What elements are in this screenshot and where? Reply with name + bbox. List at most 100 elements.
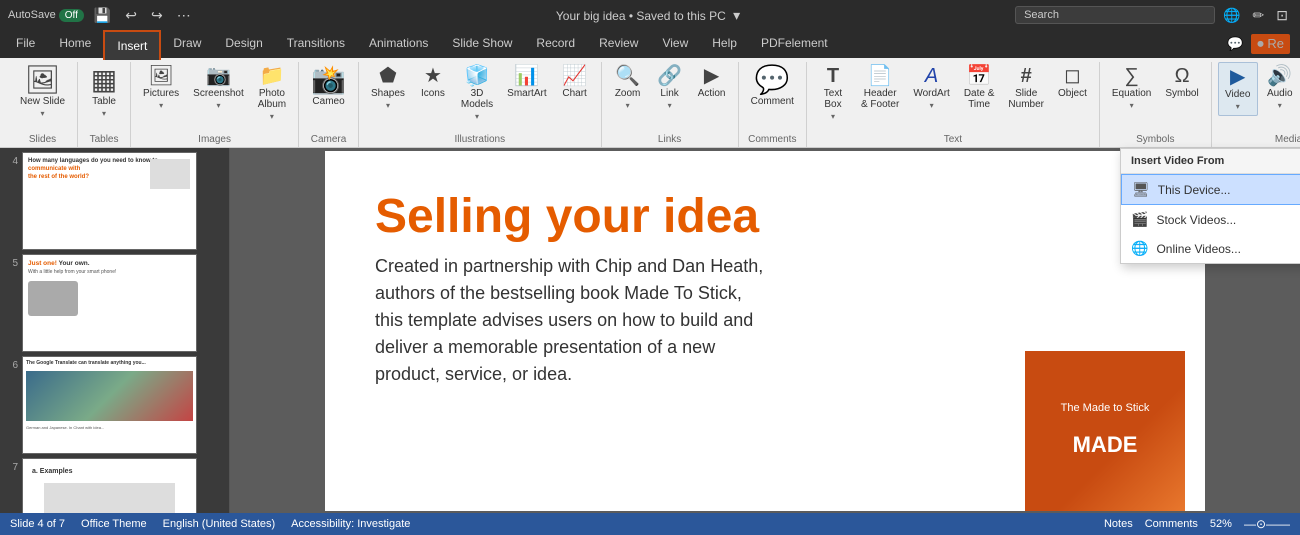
smartart-button[interactable]: 📊 SmartArt	[501, 62, 552, 103]
ribbon-tabs: File Home Insert Draw Design Transitions…	[0, 30, 1300, 58]
save-icon[interactable]: 💾	[90, 5, 115, 26]
title-dropdown-icon[interactable]: ▾	[729, 5, 744, 25]
notes-button[interactable]: Notes	[1104, 518, 1133, 530]
screenshot-arrow: ▾	[216, 101, 220, 110]
slide-item-6[interactable]: 6 The Google Translate can translate any…	[4, 356, 225, 454]
redo-icon[interactable]: ↪	[147, 5, 167, 26]
search-input[interactable]: Search	[1015, 6, 1215, 24]
slide-item-7[interactable]: 7 a. Examples	[4, 458, 225, 513]
date-time-button[interactable]: 📅 Date &Time	[958, 62, 1001, 114]
slide-number-6: 6	[4, 360, 18, 371]
shapes-button[interactable]: ⬟ Shapes ▾	[365, 62, 411, 114]
action-button[interactable]: ▶ Action	[692, 62, 732, 103]
equation-button[interactable]: ∑ Equation ▾	[1106, 62, 1157, 114]
new-slide-button[interactable]: 🖼 New Slide ▾	[14, 62, 71, 122]
zoom-button[interactable]: 🔍 Zoom ▾	[608, 62, 648, 114]
audio-arrow: ▾	[1278, 101, 1282, 110]
slide-thumb-5[interactable]: Just one! Your own. With a little help f…	[22, 254, 197, 352]
stock-videos-icon: 🎬	[1131, 211, 1148, 228]
undo-icon[interactable]: ↩	[121, 5, 141, 26]
autosave-toggle[interactable]: Off	[59, 9, 84, 22]
tab-review[interactable]: Review	[587, 30, 650, 58]
smartart-icon: 📊	[514, 66, 539, 86]
book-title: MADE	[1063, 422, 1148, 468]
online-videos-option[interactable]: 🌐 Online Videos...	[1121, 234, 1300, 263]
text-buttons: T TextBox ▾ 📄 Header& Footer A WordArt ▾…	[813, 62, 1093, 134]
zoom-slider[interactable]: —⊙——	[1244, 517, 1290, 531]
object-icon: ◻	[1064, 66, 1081, 86]
slide-item-5[interactable]: 5 Just one! Your own. With a little help…	[4, 254, 225, 352]
icons-icon: ★	[424, 66, 442, 86]
tab-slideshow[interactable]: Slide Show	[440, 30, 524, 58]
share-icon[interactable]: 🌐	[1219, 5, 1244, 26]
table-button[interactable]: ▦ Table ▾	[84, 62, 124, 122]
stock-videos-option[interactable]: 🎬 Stock Videos...	[1121, 205, 1300, 234]
tab-design[interactable]: Design	[213, 30, 274, 58]
recording-indicator: ⏺ Re	[1251, 34, 1290, 54]
slide-canvas: Selling your idea Created in partnership…	[325, 151, 1205, 511]
link-button[interactable]: 🔗 Link ▾	[650, 62, 690, 114]
shapes-icon: ⬟	[379, 66, 396, 86]
3d-models-button[interactable]: 🧊 3DModels ▾	[455, 62, 499, 125]
ribbon-group-symbols: ∑ Equation ▾ Ω Symbol Symbols	[1100, 62, 1212, 147]
tab-insert[interactable]: Insert	[103, 30, 161, 60]
zoom-icon: 🔍	[615, 66, 640, 86]
symbols-group-label: Symbols	[1136, 134, 1174, 147]
zoom-arrow: ▾	[626, 101, 630, 110]
photo-album-button[interactable]: 📁 PhotoAlbum ▾	[252, 62, 292, 125]
this-device-option[interactable]: 🖥 This Device...	[1121, 174, 1300, 205]
tab-help[interactable]: Help	[700, 30, 749, 58]
window-icon[interactable]: ⊡	[1272, 5, 1292, 26]
device-icon: 🖥	[1132, 181, 1150, 198]
zoom-level: 52%	[1210, 518, 1232, 530]
comment-button[interactable]: 💬 Comment	[745, 62, 800, 111]
autosave-badge: AutoSave Off	[8, 9, 84, 22]
tab-draw[interactable]: Draw	[161, 30, 213, 58]
ribbon-group-images: 🖼 Pictures ▾ 📷 Screenshot ▾ 📁 PhotoAlbum…	[131, 62, 299, 147]
video-button[interactable]: ▶ Video ▾	[1218, 62, 1258, 116]
slide-number-5: 5	[4, 258, 18, 269]
text-box-icon: T	[827, 66, 839, 86]
text-box-button[interactable]: T TextBox ▾	[813, 62, 853, 125]
icons-button[interactable]: ★ Icons	[413, 62, 453, 103]
pen-icon[interactable]: ✏	[1249, 5, 1269, 26]
object-button[interactable]: ◻ Object	[1052, 62, 1093, 103]
chart-button[interactable]: 📈 Chart	[555, 62, 595, 103]
comments-button[interactable]: Comments	[1145, 518, 1198, 530]
action-icon: ▶	[704, 66, 719, 86]
slide-thumb-6[interactable]: The Google Translate can translate anyth…	[22, 356, 197, 454]
ribbon-group-illustrations: ⬟ Shapes ▾ ★ Icons 🧊 3DModels ▾ 📊 SmartA…	[359, 62, 602, 147]
pictures-button[interactable]: 🖼 Pictures ▾	[137, 62, 185, 114]
table-icon: ▦	[91, 66, 117, 94]
tab-pdfelement[interactable]: PDFelement	[749, 30, 840, 58]
ribbon-group-slides: 🖼 New Slide ▾ Slides	[8, 62, 78, 147]
tab-transitions[interactable]: Transitions	[275, 30, 357, 58]
more-icon[interactable]: ⋯	[173, 5, 195, 26]
ribbon-collapse-icon[interactable]: 💬	[1223, 34, 1247, 54]
tab-record[interactable]: Record	[524, 30, 587, 58]
audio-icon: 🔊	[1267, 66, 1292, 86]
header-footer-button[interactable]: 📄 Header& Footer	[855, 62, 905, 114]
cameo-button[interactable]: 📸 Cameo	[305, 62, 352, 111]
audio-button[interactable]: 🔊 Audio ▾	[1260, 62, 1300, 114]
status-right: Notes Comments 52% —⊙——	[1104, 517, 1290, 531]
3d-models-icon: 🧊	[465, 66, 490, 86]
slide-panel[interactable]: 4 How many languages do you need to know…	[0, 148, 230, 513]
tab-view[interactable]: View	[650, 30, 700, 58]
tab-home[interactable]: Home	[47, 30, 103, 58]
slide-thumb-7[interactable]: a. Examples	[22, 458, 197, 513]
dropdown-header: Insert Video From	[1121, 149, 1300, 174]
slide-thumb-4[interactable]: How many languages do you need to know t…	[22, 152, 197, 250]
tab-animations[interactable]: Animations	[357, 30, 440, 58]
slide-number-button[interactable]: # SlideNumber	[1002, 62, 1050, 114]
camera-buttons: 📸 Cameo	[305, 62, 352, 134]
link-arrow: ▾	[668, 101, 672, 110]
accessibility-info[interactable]: Accessibility: Investigate	[291, 518, 410, 530]
title-bar-right: Search 🌐 ✏ ⊡	[864, 5, 1292, 26]
slide-item-4[interactable]: 4 How many languages do you need to know…	[4, 152, 225, 250]
comment-icon: 💬	[755, 66, 790, 94]
screenshot-button[interactable]: 📷 Screenshot ▾	[187, 62, 250, 114]
symbol-button[interactable]: Ω Symbol	[1159, 62, 1204, 103]
wordart-button[interactable]: A WordArt ▾	[907, 62, 956, 114]
tab-file[interactable]: File	[4, 30, 47, 58]
